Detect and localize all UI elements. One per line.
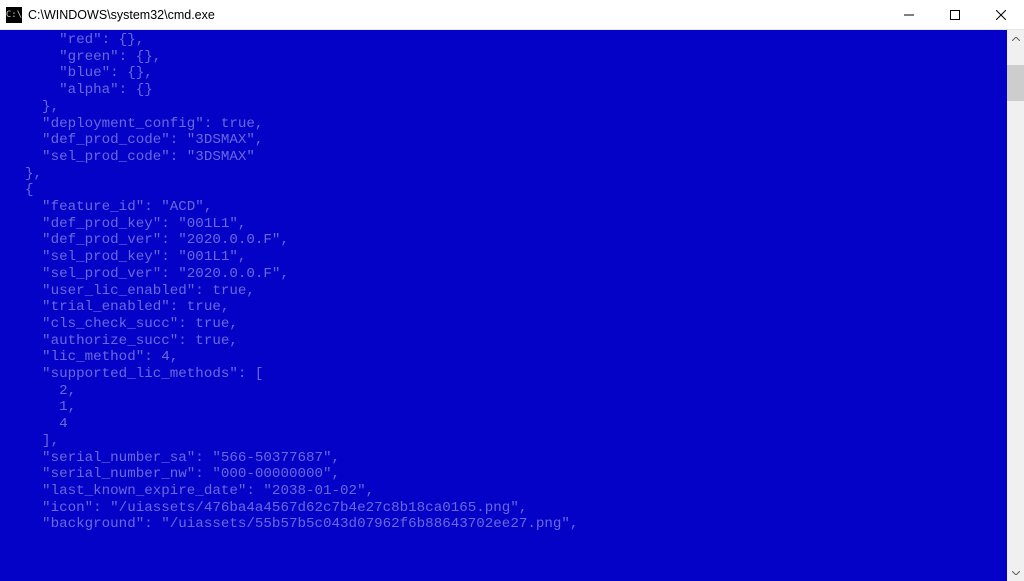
terminal-line: "blue": {}, <box>8 65 1007 82</box>
terminal-line: }, <box>8 166 1007 183</box>
terminal-line: "trial_enabled": true, <box>8 299 1007 316</box>
window-titlebar: C:\ C:\WINDOWS\system32\cmd.exe <box>0 0 1024 30</box>
scroll-thumb[interactable] <box>1007 65 1024 101</box>
terminal-line: "icon": "/uiassets/476ba4a4567d62c7b4e27… <box>8 500 1007 517</box>
terminal-output[interactable]: "red": {}, "green": {}, "blue": {}, "alp… <box>0 30 1007 581</box>
terminal-line: "last_known_expire_date": "2038-01-02", <box>8 483 1007 500</box>
window-title: C:\WINDOWS\system32\cmd.exe <box>28 8 215 22</box>
scroll-down-button[interactable] <box>1007 564 1024 581</box>
scroll-up-button[interactable] <box>1007 30 1024 47</box>
terminal-line: "user_lic_enabled": true, <box>8 283 1007 300</box>
terminal-line: "sel_prod_code": "3DSMAX" <box>8 149 1007 166</box>
terminal-line: }, <box>8 99 1007 116</box>
terminal-line: "red": {}, <box>8 32 1007 49</box>
terminal-line: 1, <box>8 399 1007 416</box>
maximize-button[interactable] <box>932 0 978 30</box>
terminal-line: "sel_prod_ver": "2020.0.0.F", <box>8 266 1007 283</box>
app-icon: C:\ <box>6 7 22 23</box>
terminal-line: "green": {}, <box>8 49 1007 66</box>
terminal-line: 4 <box>8 416 1007 433</box>
terminal-line: "supported_lic_methods": [ <box>8 366 1007 383</box>
terminal-line: "authorize_succ": true, <box>8 333 1007 350</box>
terminal-line: "alpha": {} <box>8 82 1007 99</box>
terminal-line: { <box>8 182 1007 199</box>
terminal-line: "deployment_config": true, <box>8 116 1007 133</box>
terminal-line: "background": "/uiassets/55b57b5c043d079… <box>8 516 1007 533</box>
minimize-button[interactable] <box>886 0 932 30</box>
terminal-line: "feature_id": "ACD", <box>8 199 1007 216</box>
terminal-line: "def_prod_ver": "2020.0.0.F", <box>8 232 1007 249</box>
terminal-line: "def_prod_code": "3DSMAX", <box>8 132 1007 149</box>
chevron-up-icon <box>1012 37 1020 41</box>
terminal-line: "sel_prod_key": "001L1", <box>8 249 1007 266</box>
minimize-icon <box>904 10 914 20</box>
close-icon <box>996 10 1006 20</box>
close-button[interactable] <box>978 0 1024 30</box>
vertical-scrollbar[interactable] <box>1007 30 1024 581</box>
maximize-icon <box>950 10 960 20</box>
terminal-line: ], <box>8 433 1007 450</box>
chevron-down-icon <box>1012 571 1020 575</box>
terminal-line: "lic_method": 4, <box>8 349 1007 366</box>
terminal-line: "def_prod_key": "001L1", <box>8 216 1007 233</box>
client-area: "red": {}, "green": {}, "blue": {}, "alp… <box>0 30 1024 581</box>
terminal-line: 2, <box>8 383 1007 400</box>
terminal-line: "serial_number_nw": "000-00000000", <box>8 466 1007 483</box>
terminal-line: "cls_check_succ": true, <box>8 316 1007 333</box>
terminal-line: "serial_number_sa": "566-50377687", <box>8 450 1007 467</box>
